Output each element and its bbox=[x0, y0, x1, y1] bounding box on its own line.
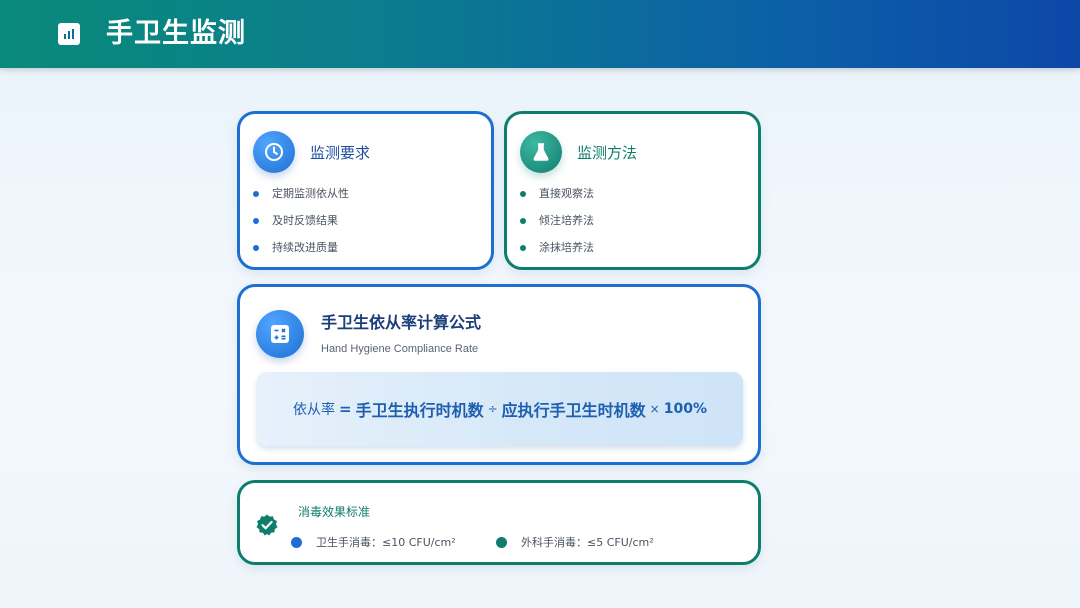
times-sign: × bbox=[649, 402, 660, 416]
bullet-dot bbox=[520, 191, 526, 197]
methods-title: 监测方法 bbox=[577, 144, 638, 162]
divide-sign: ÷ bbox=[487, 402, 498, 416]
formula-numerator: 手卫生执行时机数 bbox=[355, 401, 484, 420]
formula-percent: 100% bbox=[663, 401, 707, 417]
flask-icon bbox=[520, 131, 562, 173]
bullet-dot bbox=[520, 245, 526, 251]
disinfection-standards-card: 消毒效果标准 卫生手消毒：≤10 CFU/cm² 外科手消毒：≤5 CFU/cm… bbox=[237, 480, 761, 565]
formula-title: 手卫生依从率计算公式 bbox=[321, 313, 482, 332]
calculator-icon bbox=[256, 310, 304, 358]
monitoring-methods-card: 监测方法 直接观察法 倾注培养法 涂抹培养法 bbox=[504, 111, 761, 270]
monitoring-requirements-card: 监测要求 定期监测依从性 及时反馈结果 持续改进质量 bbox=[237, 111, 494, 270]
formula-box: 依从率 = 手卫生执行时机数 ÷ 应执行手卫生时机数 × 100% bbox=[257, 372, 743, 446]
equals-sign: = bbox=[339, 400, 352, 418]
bullet-dot bbox=[253, 218, 259, 224]
formula-denominator: 应执行手卫生时机数 bbox=[501, 401, 646, 420]
header-bar: 手卫生监测 bbox=[0, 0, 1080, 68]
bullet-dot bbox=[291, 537, 302, 548]
formula-subtitle: Hand Hygiene Compliance Rate bbox=[321, 343, 479, 355]
bullet-dot bbox=[253, 245, 259, 251]
page-title: 手卫生监测 bbox=[106, 18, 246, 49]
formula-expression: 依从率 = 手卫生执行时机数 ÷ 应执行手卫生时机数 × 100% bbox=[257, 372, 743, 446]
verified-badge-icon bbox=[255, 513, 279, 537]
standards-title: 消毒效果标准 bbox=[298, 505, 371, 519]
bullet-dot bbox=[253, 191, 259, 197]
clock-icon bbox=[253, 131, 295, 173]
bullet-dot bbox=[520, 218, 526, 224]
requirements-title: 监测要求 bbox=[310, 144, 371, 162]
bar-chart-icon bbox=[58, 23, 80, 45]
formula-label: 依从率 bbox=[293, 402, 335, 418]
bullet-dot bbox=[496, 537, 507, 548]
compliance-formula-card: 手卫生依从率计算公式 Hand Hygiene Compliance Rate … bbox=[237, 284, 761, 465]
